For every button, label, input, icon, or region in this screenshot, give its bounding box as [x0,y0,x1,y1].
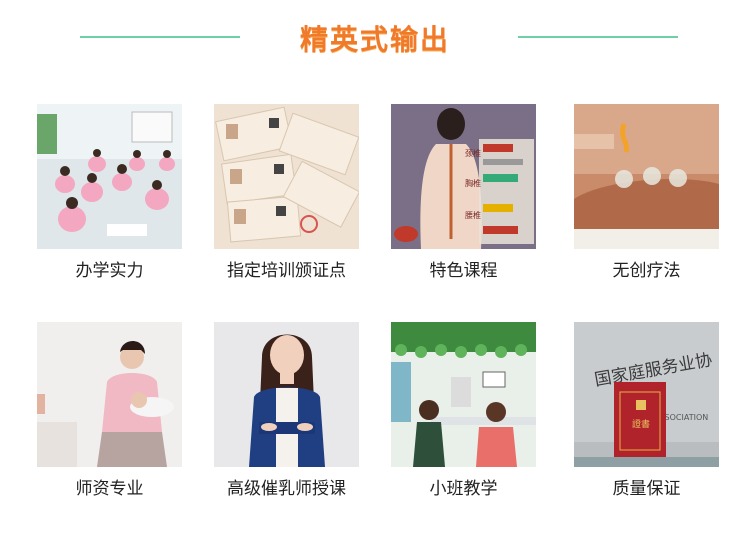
grid-card-label: 高级催乳师授课 [227,479,346,499]
certificates-photo [214,104,359,249]
grid-card-label: 小班教学 [429,479,498,499]
cupping-therapy-photo [574,104,719,249]
grid-card-noninvasive-therapy[interactable]: 无创疗法 [574,104,719,281]
grid-card-featured-courses[interactable]: 颈椎 胸椎 腰椎 特色课程 [391,104,536,281]
grid-card-certification-center[interactable]: 指定培训颁证点 [214,104,359,281]
svg-text:胸椎: 胸椎 [465,178,481,188]
back-meridian-chart-photo: 颈椎 胸椎 腰椎 [391,104,536,249]
small-class-photo [391,322,536,467]
grid-card-label: 质量保证 [612,479,681,499]
grid-card-senior-lactation-instructor[interactable]: 高级催乳师授课 [214,322,359,499]
grid-card-label: 师资专业 [75,479,144,499]
grid-card-label: 办学实力 [75,261,144,281]
header-divider-right [518,36,678,38]
section-title: 精英式输出 [299,23,450,56]
grid-card-label: 指定培训颁证点 [227,261,346,281]
grid-card-quality-assurance[interactable]: 国家庭服务业协 ASSOCIATION 證書 质量保证 [574,322,719,499]
certificate-plaque-photo: 国家庭服务业协 ASSOCIATION 證書 [574,322,719,467]
grid-card-professional-faculty[interactable]: 师资专业 [37,322,182,499]
instructor-portrait-photo [214,322,359,467]
classroom-photo [37,104,182,249]
svg-text:證書: 證書 [632,418,650,430]
breastfeeding-mother-photo [37,322,182,467]
grid-card-school-strength[interactable]: 办学实力 [37,104,182,281]
section-header: 精英式输出 [0,0,750,70]
svg-text:颈椎: 颈椎 [465,148,481,158]
grid-card-label: 无创疗法 [612,261,681,281]
grid-card-label: 特色课程 [429,261,498,281]
grid-card-small-class[interactable]: 小班教学 [391,322,536,499]
svg-text:腰椎: 腰椎 [465,210,481,220]
